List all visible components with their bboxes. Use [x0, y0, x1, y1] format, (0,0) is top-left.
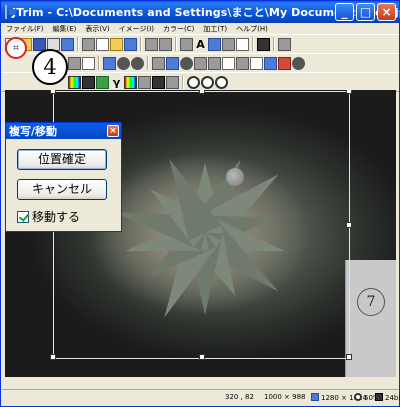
app-window: JTrim - C:\Documents and Settings\まこと\My… — [0, 0, 400, 407]
bit-depth: 24bit — [385, 394, 400, 402]
rotate-left-icon[interactable] — [117, 56, 130, 70]
grayscale-icon[interactable] — [82, 75, 95, 89]
toolbar-separator — [273, 37, 275, 51]
gamma-icon[interactable]: γ — [110, 76, 123, 89]
image-size-icon — [311, 393, 319, 401]
color-replace-icon[interactable] — [124, 75, 137, 89]
selection-handle-top-left[interactable] — [50, 90, 56, 94]
zoom-icon[interactable] — [187, 75, 200, 89]
confirm-position-button[interactable]: 位置確定 — [17, 149, 107, 170]
close-button[interactable]: × — [377, 3, 396, 21]
rotate-free-icon[interactable] — [103, 56, 116, 70]
color-balance-icon[interactable] — [68, 75, 81, 89]
dialog-title: 複写/移動 — [9, 125, 58, 138]
hue-icon[interactable] — [96, 75, 109, 89]
brightness-icon[interactable] — [152, 56, 165, 70]
posterize-icon[interactable] — [152, 75, 165, 89]
circle-mark-label: 7 — [357, 288, 385, 316]
save-icon[interactable] — [33, 37, 46, 51]
background-panel — [345, 260, 396, 377]
zoom-in-icon[interactable] — [201, 75, 214, 89]
move-checkbox-label: 移動する — [32, 210, 81, 224]
blur-icon[interactable] — [208, 56, 221, 70]
copy-move-tool-icon[interactable]: ⌗ — [5, 37, 27, 59]
toolbar-separator — [147, 56, 149, 70]
zoom-out-icon[interactable] — [215, 75, 228, 89]
mosaic-icon[interactable] — [222, 56, 235, 70]
select-all-icon[interactable] — [180, 37, 193, 51]
menu-image[interactable]: イメージ(I) — [119, 24, 154, 34]
selection-handle-bottom-left[interactable] — [50, 354, 56, 360]
shadow-icon[interactable] — [264, 56, 277, 70]
toolbar-separator — [98, 56, 100, 70]
text-icon[interactable]: A — [194, 38, 207, 51]
negative-icon[interactable] — [166, 75, 179, 89]
dialog-title-bar[interactable]: 複写/移動 — [6, 123, 121, 139]
display-mode-icon[interactable] — [278, 37, 291, 51]
red-eye-icon[interactable] — [278, 56, 291, 70]
paste-icon[interactable] — [110, 37, 123, 51]
app-icon — [5, 5, 15, 19]
move-checkbox[interactable] — [17, 210, 29, 223]
cursor-position: 320 , 82 — [225, 393, 254, 401]
toolbar-separator — [182, 75, 184, 89]
window-controls: _ □ × — [335, 3, 396, 21]
cancel-button[interactable]: キャンセル — [17, 179, 107, 200]
title-bar[interactable]: JTrim - C:\Documents and Settings\まこと\My… — [1, 1, 400, 23]
zoom-level-icon — [354, 393, 362, 401]
toolbar-separator — [77, 37, 79, 51]
redo-icon[interactable] — [159, 37, 172, 51]
toolbar-separator — [140, 37, 142, 51]
menu-edit[interactable]: 編集(E) — [53, 24, 77, 34]
selection-handle-bottom-right[interactable] — [346, 354, 352, 360]
move-checkbox-row[interactable]: 移動する — [17, 208, 80, 225]
toolbar-separator — [175, 37, 177, 51]
circle-effect-icon[interactable] — [292, 56, 305, 70]
menu-color[interactable]: カラー(C) — [163, 24, 194, 34]
selection-size: 1000 × 988 — [264, 393, 306, 401]
frame-effect-icon[interactable] — [250, 56, 263, 70]
toolbar-separator — [252, 37, 254, 51]
level-icon[interactable] — [180, 56, 193, 70]
menu-view[interactable]: 表示(V) — [85, 24, 109, 34]
cut-icon[interactable] — [82, 37, 95, 51]
menu-process[interactable]: 加工(T) — [203, 24, 227, 34]
step-number-badge: 4 — [32, 49, 68, 85]
copy-move-dialog: 複写/移動 × 位置確定 キャンセル 移動する — [5, 122, 122, 232]
toolbar-main: A — [2, 34, 399, 54]
menu-help[interactable]: ヘルプ(H) — [236, 24, 268, 34]
menu-bar: ファイル(F) 編集(E) 表示(V) イメージ(I) カラー(C) 加工(T)… — [2, 23, 399, 34]
maximize-button[interactable]: □ — [356, 3, 375, 21]
bit-depth-icon — [375, 393, 383, 401]
sepia-icon[interactable] — [138, 75, 151, 89]
menu-file[interactable]: ファイル(F) — [6, 24, 44, 34]
selection-handle-right[interactable] — [346, 222, 352, 228]
rotate-right-icon[interactable] — [131, 56, 144, 70]
arrow-icon[interactable] — [68, 56, 81, 70]
bit-depth-group: 24bit — [375, 393, 400, 402]
selection-handle-top-right[interactable] — [346, 90, 352, 94]
minimize-button[interactable]: _ — [335, 3, 354, 21]
sharpen-icon[interactable] — [194, 56, 207, 70]
grid-icon[interactable] — [222, 37, 235, 51]
layout-icon[interactable] — [208, 37, 221, 51]
selection-handle-top[interactable] — [199, 90, 205, 94]
dialog-close-button[interactable]: × — [107, 125, 119, 137]
emboss-icon[interactable] — [236, 56, 249, 70]
contrast-icon[interactable] — [166, 56, 179, 70]
frame-icon[interactable] — [82, 56, 95, 70]
status-bar: 320 , 82 1000 × 988 1280 × 1024 50% 24bi… — [2, 389, 400, 406]
window-icon[interactable] — [236, 37, 249, 51]
selection-handle-bottom[interactable] — [199, 354, 205, 360]
scan-icon[interactable] — [61, 37, 74, 51]
eyedropper-icon[interactable] — [257, 37, 270, 51]
undo-icon[interactable] — [145, 37, 158, 51]
clipboard-icon[interactable] — [124, 37, 137, 51]
copy-icon[interactable] — [96, 37, 109, 51]
